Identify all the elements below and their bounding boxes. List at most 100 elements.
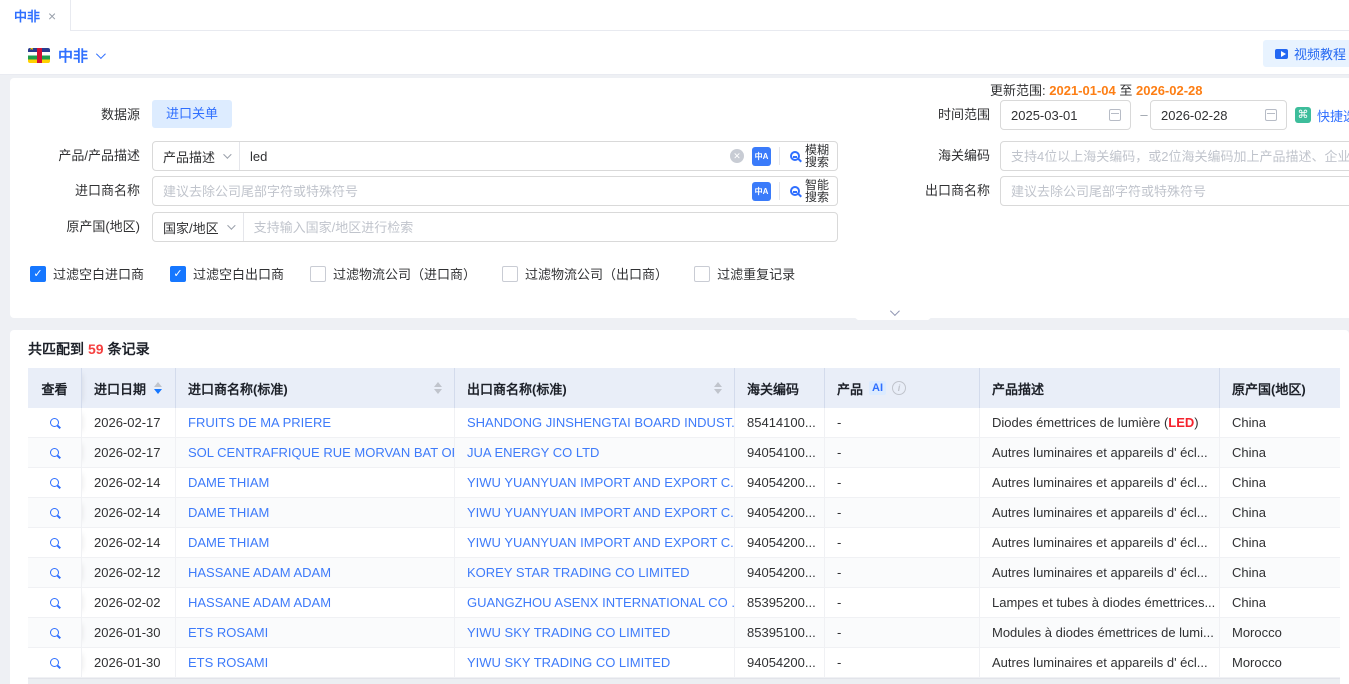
checkbox-filter-duplicate-records[interactable]: ✓ 过滤重复记录 (694, 264, 795, 283)
sort-icon[interactable] (434, 382, 442, 394)
exporter-link[interactable]: YIWU SKY TRADING CO LIMITED (455, 648, 735, 677)
importer-link[interactable]: DAME THIAM (176, 468, 455, 497)
datasource-import-declaration-button[interactable]: 进口关单 (152, 100, 232, 128)
collapse-filter-handle[interactable] (838, 304, 948, 320)
cell-description: Diodes émettrices de lumière (LED) (980, 408, 1220, 437)
search-icon (50, 418, 59, 427)
importer-input[interactable] (153, 184, 752, 199)
exporter-link[interactable]: YIWU SKY TRADING CO LIMITED (455, 618, 735, 647)
view-record-button[interactable] (28, 468, 82, 497)
cell-hs-code: 94054200... (735, 528, 825, 557)
view-record-button[interactable] (28, 498, 82, 527)
view-record-button[interactable] (28, 588, 82, 617)
exporter-link[interactable]: JUA ENERGY CO LTD (455, 438, 735, 467)
view-record-button[interactable] (28, 408, 82, 437)
checkbox-icon: ✓ (310, 266, 326, 282)
update-range-end: 2026-02-28 (1136, 83, 1203, 98)
smart-search-button[interactable]: 智能 搜索 (780, 179, 837, 203)
importer-link[interactable]: FRUITS DE MA PRIERE (176, 408, 455, 437)
checkbox-filter-logistics-exporter[interactable]: ✓ 过滤物流公司（出口商） (502, 264, 668, 283)
product-search-input[interactable] (240, 149, 730, 164)
country-selector[interactable]: ★ 中非 (28, 45, 103, 66)
checkbox-filter-blank-importer[interactable]: ✓ 过滤空白进口商 (30, 264, 144, 283)
header-importer-name[interactable]: 进口商名称(标准) (176, 368, 455, 408)
checkbox-icon: ✓ (502, 266, 518, 282)
checkbox-label: 过滤物流公司（出口商） (525, 264, 668, 283)
search-icon (50, 658, 59, 667)
cell-product: - (825, 438, 980, 467)
importer-link[interactable]: DAME THIAM (176, 528, 455, 557)
product-field-select[interactable]: 产品描述 (153, 142, 240, 170)
cell-import-date: 2026-02-14 (82, 528, 176, 557)
sort-icon[interactable] (714, 382, 722, 394)
hs-code-input[interactable] (1001, 149, 1349, 164)
importer-link[interactable]: SOL CENTRAFRIQUE RUE MORVAN BAT OF... (176, 438, 455, 467)
exporter-input[interactable] (1001, 184, 1349, 199)
summary-prefix: 共匹配到 (28, 341, 84, 357)
cell-description: Autres luminaires et appareils d' écl... (980, 528, 1220, 557)
cell-import-date: 2026-02-14 (82, 468, 176, 497)
importer-link[interactable]: HASSANE ADAM ADAM (176, 558, 455, 587)
table-row: 2026-02-14 DAME THIAM YIWU YUANYUAN IMPO… (28, 468, 1340, 498)
cell-product: - (825, 528, 980, 557)
clear-icon[interactable]: ✕ (730, 149, 744, 163)
video-tutorial-button[interactable]: 视频教程 (1263, 40, 1349, 67)
importer-link[interactable]: ETS ROSAMI (176, 648, 455, 677)
info-icon[interactable]: i (892, 381, 906, 395)
fuzzy-search-button[interactable]: 模糊 搜索 (780, 144, 837, 168)
importer-link[interactable]: DAME THIAM (176, 498, 455, 527)
table-header: 查看 进口日期 进口商名称(标准) 出口商名称(标准) 海关编码 产品 AI (28, 368, 1340, 408)
end-date-input[interactable] (1150, 100, 1287, 130)
table-row: 2026-02-17 FRUITS DE MA PRIERE SHANDONG … (28, 408, 1340, 438)
checkbox-filter-logistics-importer[interactable]: ✓ 过滤物流公司（进口商） (310, 264, 476, 283)
results-count: 59 (84, 341, 108, 357)
exporter-link[interactable]: YIWU YUANYUAN IMPORT AND EXPORT C... (455, 468, 735, 497)
cell-description: Lampes et tubes à diodes émettrices... (980, 588, 1220, 617)
importer-link[interactable]: HASSANE ADAM ADAM (176, 588, 455, 617)
header-import-date[interactable]: 进口日期 (82, 368, 176, 408)
video-camera-icon (1275, 49, 1288, 59)
exporter-link[interactable]: SHANDONG JINSHENGTAI BOARD INDUST... (455, 408, 735, 437)
product-search-group: 产品描述 ✕ 中A 模糊 搜索 (152, 141, 838, 171)
cell-hs-code: 94054100... (735, 438, 825, 467)
start-date-value[interactable] (1001, 108, 1109, 123)
header-hs-code: 海关编码 (735, 368, 825, 408)
start-date-input[interactable] (1000, 100, 1131, 130)
search-icon (50, 508, 59, 517)
origin-input[interactable] (244, 220, 825, 235)
sort-icon[interactable] (154, 382, 162, 394)
exporter-input-wrap (1000, 176, 1349, 206)
exporter-link[interactable]: KOREY STAR TRADING CO LIMITED (455, 558, 735, 587)
end-date-value[interactable] (1151, 108, 1265, 123)
cell-product: - (825, 648, 980, 677)
checkbox-filter-blank-exporter[interactable]: ✓ 过滤空白出口商 (170, 264, 284, 283)
header-product-description: 产品描述 (980, 368, 1220, 408)
search-icon (50, 448, 59, 457)
view-record-button[interactable] (28, 528, 82, 557)
header-exporter-name[interactable]: 出口商名称(标准) (455, 368, 735, 408)
view-record-button[interactable] (28, 648, 82, 677)
tab-central-africa[interactable]: 中非 × (0, 0, 71, 31)
close-icon[interactable]: × (48, 9, 56, 23)
exporter-link[interactable]: YIWU YUANYUAN IMPORT AND EXPORT C... (455, 498, 735, 527)
view-record-button[interactable] (28, 618, 82, 647)
cell-description: Autres luminaires et appareils d' écl... (980, 438, 1220, 467)
origin-field-select[interactable]: 国家/地区 (153, 213, 244, 241)
checkbox-icon: ✓ (30, 266, 46, 282)
cell-import-date: 2026-01-30 (82, 648, 176, 677)
exporter-link[interactable]: GUANGZHOU ASENX INTERNATIONAL CO ... (455, 588, 735, 617)
cell-description: Modules à diodes émettrices de lumi... (980, 618, 1220, 647)
checkbox-label: 过滤重复记录 (717, 264, 795, 283)
video-tutorial-label: 视频教程 (1294, 44, 1346, 63)
translate-icon[interactable]: 中A (752, 182, 771, 201)
cell-product: - (825, 558, 980, 587)
quick-select-button[interactable]: ⌘ 快捷选择 (1295, 100, 1349, 130)
table-body: 2026-02-17 FRUITS DE MA PRIERE SHANDONG … (28, 408, 1340, 678)
cell-origin: China (1220, 438, 1340, 467)
translate-icon[interactable]: 中A (752, 147, 771, 166)
exporter-link[interactable]: YIWU YUANYUAN IMPORT AND EXPORT C... (455, 528, 735, 557)
quick-select-icon: ⌘ (1295, 107, 1311, 123)
view-record-button[interactable] (28, 438, 82, 467)
importer-link[interactable]: ETS ROSAMI (176, 618, 455, 647)
view-record-button[interactable] (28, 558, 82, 587)
